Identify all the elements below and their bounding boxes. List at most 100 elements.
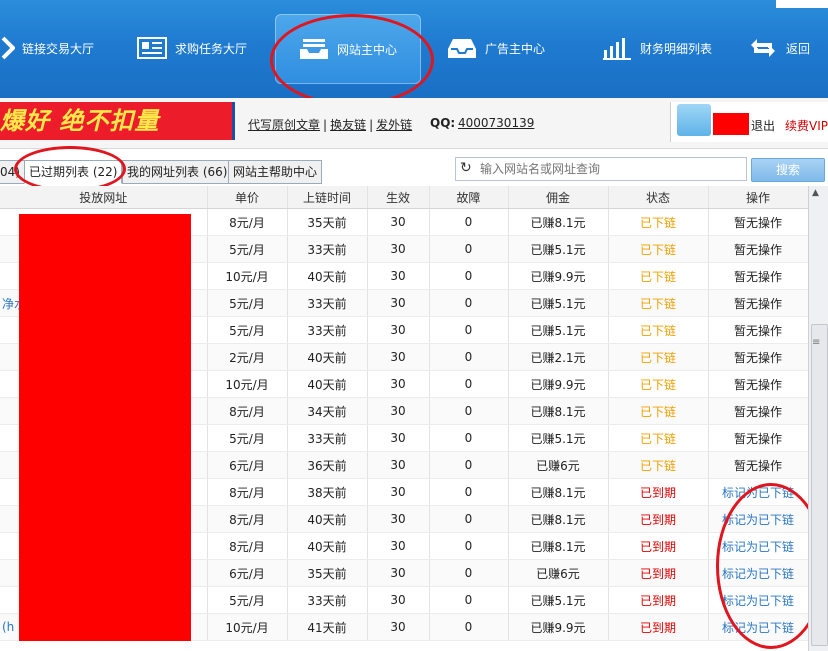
promo-banner[interactable]: 爆好 绝不扣量: [0, 102, 235, 140]
avatar[interactable]: [677, 104, 711, 136]
tab-webmaster-help[interactable]: 网站主帮助中心: [228, 160, 323, 184]
link-time-cell: 33天前: [287, 586, 368, 614]
link-time-cell: 40天前: [287, 343, 368, 371]
link-exchange-friend-link[interactable]: 换友链: [330, 118, 366, 132]
link-time-cell: 35天前: [287, 208, 368, 236]
status-cell: 已到期: [608, 478, 709, 506]
top-navigation: 链接交易大厅 求购任务大厅 网站主中心 广告主中心 财务明细列表 返回: [0, 0, 828, 98]
banner-bar: 爆好 绝不扣量 代写原创文章 | 换友链 | 发外链 QQ: 4000730139 退出…: [0, 98, 828, 149]
column-header[interactable]: 状态: [608, 186, 709, 209]
fault-cell: 0: [429, 478, 509, 506]
effective-cell: 30: [367, 586, 430, 614]
commission-cell: 已赚8.1元: [508, 478, 609, 506]
search-box: ↻: [455, 157, 747, 181]
tab-expired-list[interactable]: 已过期列表 (22): [24, 160, 123, 184]
commission-cell: 已赚6元: [508, 559, 609, 587]
link-post-external-link[interactable]: 发外链: [376, 118, 412, 132]
effective-cell: 30: [367, 613, 430, 641]
table-header-row: 投放网址 单价 上链时间 生效 故障 佣金 状态 操作: [0, 186, 808, 209]
action-cell: 暂无操作: [708, 343, 808, 371]
window-edge: [776, 0, 828, 8]
link-time-cell: 40天前: [287, 370, 368, 398]
link-time-cell: 35天前: [287, 559, 368, 587]
action-cell[interactable]: 标记为已下链: [708, 559, 808, 587]
search-button[interactable]: 搜索: [751, 158, 825, 182]
logout-link[interactable]: 退出: [751, 117, 775, 134]
price-cell: 10元/月: [207, 262, 288, 290]
inbox-tray-icon: [299, 36, 329, 62]
effective-cell: 30: [367, 262, 430, 290]
redacted-url-block: [19, 214, 191, 641]
scroll-thumb[interactable]: [811, 324, 828, 646]
vertical-scrollbar[interactable]: ▲ ≡: [808, 186, 828, 651]
commission-cell: 已赚5.1元: [508, 289, 609, 317]
column-header[interactable]: 故障: [429, 186, 509, 209]
nav-advertiser-center[interactable]: 广告主中心: [447, 26, 545, 70]
fault-cell: 0: [429, 343, 509, 371]
price-cell: 5元/月: [207, 586, 288, 614]
action-cell: 暂无操作: [708, 289, 808, 317]
tab-my-url-list[interactable]: 我的网址列表 (66): [122, 160, 233, 184]
column-header[interactable]: 单价: [207, 186, 288, 209]
commission-cell: 已赚5.1元: [508, 316, 609, 344]
fault-cell: 0: [429, 451, 509, 479]
status-cell: 已到期: [608, 532, 709, 560]
nav-return[interactable]: 返回: [748, 26, 810, 70]
link-time-cell: 33天前: [287, 316, 368, 344]
action-cell: 暂无操作: [708, 370, 808, 398]
link-time-cell: 34天前: [287, 397, 368, 425]
action-cell[interactable]: 标记为已下链: [708, 532, 808, 560]
qq-label: QQ:: [430, 116, 456, 130]
fault-cell: 0: [429, 505, 509, 533]
action-cell[interactable]: 标记为已下链: [708, 613, 808, 641]
nav-label: 链接交易大厅: [22, 41, 95, 56]
commission-cell: 已赚5.1元: [508, 586, 609, 614]
nav-finance-detail-list[interactable]: 财务明细列表: [602, 26, 712, 70]
price-cell: 8元/月: [207, 397, 288, 425]
link-time-cell: 38天前: [287, 478, 368, 506]
fault-cell: 0: [429, 613, 509, 641]
status-cell: 已下链: [608, 370, 709, 398]
link-time-cell: 33天前: [287, 289, 368, 317]
link-time-cell: 41天前: [287, 613, 368, 641]
status-cell: 已下链: [608, 343, 709, 371]
status-cell: 已到期: [608, 505, 709, 533]
price-cell: 10元/月: [207, 613, 288, 641]
column-header[interactable]: 操作: [708, 186, 808, 209]
commission-cell: 已赚8.1元: [508, 208, 609, 236]
effective-cell: 30: [367, 208, 430, 236]
link-time-cell: 40天前: [287, 505, 368, 533]
action-cell: 暂无操作: [708, 208, 808, 236]
fault-cell: 0: [429, 397, 509, 425]
action-cell[interactable]: 标记为已下链: [708, 586, 808, 614]
effective-cell: 30: [367, 235, 430, 263]
search-input[interactable]: [478, 158, 744, 180]
price-cell: 5元/月: [207, 289, 288, 317]
price-cell: 10元/月: [207, 370, 288, 398]
commission-cell: 已赚9.9元: [508, 613, 609, 641]
action-cell[interactable]: 标记为已下链: [708, 478, 808, 506]
status-cell: 已到期: [608, 586, 709, 614]
link-icon: [0, 35, 16, 61]
link-time-cell: 40天前: [287, 532, 368, 560]
fault-cell: 0: [429, 559, 509, 587]
qq-number[interactable]: 4000730139: [458, 116, 534, 130]
inbox-icon: [447, 35, 477, 61]
link-original-article[interactable]: 代写原创文章: [248, 118, 320, 132]
column-header[interactable]: 佣金: [508, 186, 609, 209]
column-header[interactable]: 生效: [367, 186, 430, 209]
renew-vip-link[interactable]: 续费VIP: [785, 117, 828, 134]
nav-webmaster-center[interactable]: 网站主中心: [275, 14, 421, 84]
status-cell: 已下链: [608, 262, 709, 290]
nav-purchase-task-hall[interactable]: 求购任务大厅: [137, 26, 247, 70]
scroll-up-arrow-icon[interactable]: ▲: [812, 188, 819, 198]
column-header[interactable]: 上链时间: [287, 186, 368, 209]
effective-cell: 30: [367, 559, 430, 587]
status-cell: 已到期: [608, 613, 709, 641]
refresh-icon[interactable]: ↻: [460, 160, 472, 176]
column-header[interactable]: 投放网址: [0, 186, 208, 209]
fault-cell: 0: [429, 262, 509, 290]
action-cell[interactable]: 标记为已下链: [708, 505, 808, 533]
tab-partial[interactable]: 04): [0, 160, 25, 184]
nav-link-trading-hall[interactable]: 链接交易大厅: [0, 26, 94, 70]
